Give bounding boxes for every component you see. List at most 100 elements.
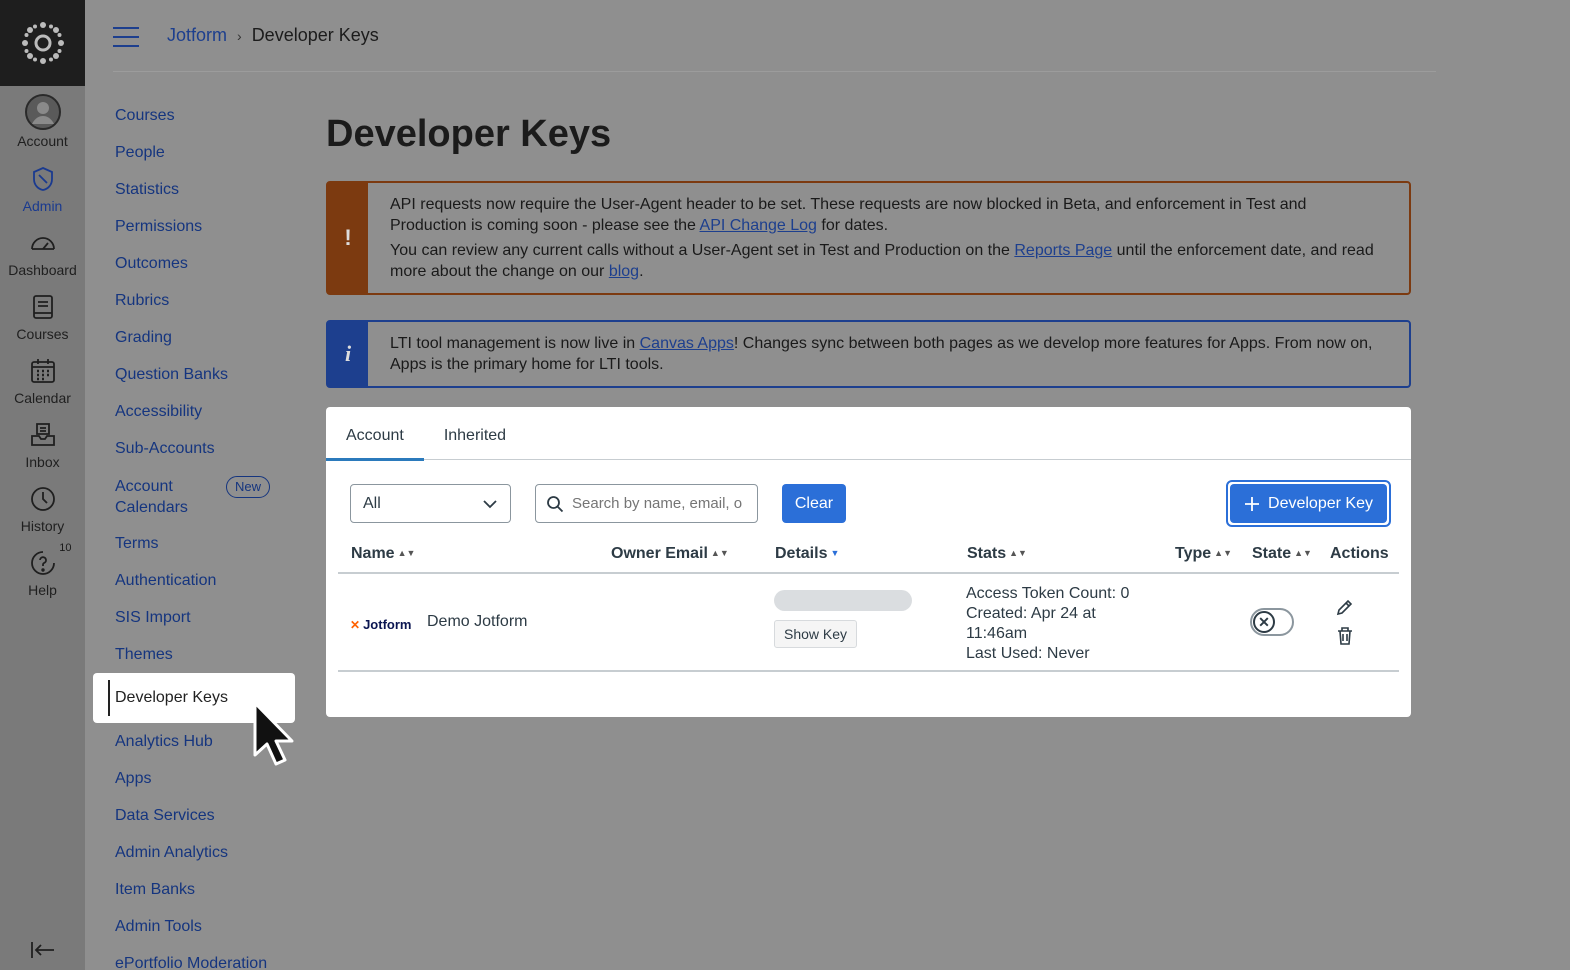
- account-icon: [24, 93, 62, 131]
- rail-history-label: History: [20, 518, 65, 534]
- col-name[interactable]: Name ▲▼: [351, 545, 415, 563]
- info-alert: i LTI tool management is now live in Can…: [326, 320, 1411, 388]
- col-type-label: Type: [1175, 545, 1212, 562]
- sort-icon: ▲▼: [1009, 548, 1027, 558]
- jotform-mark-icon: ✕: [350, 617, 361, 632]
- table-row: ✕ Jotform Demo Jotform Show Key Access T…: [338, 574, 1399, 672]
- nav-eportfolio-moderation[interactable]: ePortfolio Moderation: [93, 945, 295, 970]
- history-icon: [26, 482, 60, 516]
- account-nav: Courses People Statistics Permissions Ou…: [93, 97, 295, 970]
- show-key-button[interactable]: Show Key: [774, 620, 858, 648]
- sort-icon: ▲▼: [397, 548, 416, 558]
- tab-account[interactable]: Account: [326, 407, 424, 461]
- reports-page-link[interactable]: Reports Page: [1014, 242, 1112, 259]
- sort-icon: ▲▼: [1214, 548, 1232, 558]
- nav-permissions[interactable]: Permissions: [93, 208, 295, 245]
- rail-courses-label: Courses: [16, 326, 69, 342]
- table-header: Name ▲▼ Owner Email ▲▼ Details ▼ Stats ▲▼ Ty…: [338, 544, 1399, 574]
- mouse-cursor: [252, 700, 304, 773]
- add-developer-key-button[interactable]: Developer Key: [1226, 480, 1391, 527]
- warning-text-1b: for dates.: [816, 216, 889, 234]
- plus-icon: [1245, 496, 1260, 511]
- warning-text-2a: You can review any current calls without…: [390, 242, 1015, 259]
- clear-button[interactable]: Clear: [782, 484, 846, 523]
- cursor-arrow-icon: [253, 701, 294, 766]
- sort-icon: ▲▼: [1294, 548, 1312, 558]
- key-name[interactable]: Demo Jotform: [427, 613, 527, 631]
- col-details-label: Details: [775, 545, 828, 562]
- search-input[interactable]: [572, 495, 742, 512]
- add-developer-key-inner: Developer Key: [1230, 484, 1387, 523]
- jotform-logo: ✕ Jotform: [350, 617, 411, 632]
- nav-question-banks[interactable]: Question Banks: [93, 356, 295, 393]
- canvas-apps-link[interactable]: Canvas Apps: [640, 335, 734, 352]
- new-badge: New: [226, 476, 271, 498]
- nav-sis-import[interactable]: SIS Import: [93, 599, 295, 636]
- nav-account-calendars-line2: Calendars: [115, 499, 188, 516]
- nav-people[interactable]: People: [93, 134, 295, 171]
- nav-courses[interactable]: Courses: [93, 97, 295, 134]
- rail-history[interactable]: History: [0, 476, 85, 540]
- rail-help[interactable]: 10 Help: [0, 540, 85, 604]
- nav-grading[interactable]: Grading: [93, 319, 295, 356]
- rail-calendar[interactable]: Calendar: [0, 348, 85, 412]
- col-state[interactable]: State ▲▼: [1252, 545, 1312, 563]
- help-badge-count: 10: [59, 542, 72, 554]
- rail-inbox[interactable]: Inbox: [0, 412, 85, 476]
- rail-dashboard[interactable]: Dashboard: [0, 220, 85, 284]
- delete-key-button[interactable]: [1336, 626, 1354, 651]
- warning-alert: ! API requests now require the User-Agen…: [326, 181, 1411, 295]
- canvas-logo-icon: [21, 22, 64, 64]
- nav-admin-analytics[interactable]: Admin Analytics: [93, 834, 295, 871]
- blog-link[interactable]: blog: [609, 263, 639, 280]
- nav-outcomes[interactable]: Outcomes: [93, 245, 295, 282]
- nav-statistics[interactable]: Statistics: [93, 171, 295, 208]
- stats-token-count: Access Token Count: 0: [966, 585, 1130, 602]
- toggle-off-icon: ✕: [1253, 611, 1275, 633]
- info-alert-body: LTI tool management is now live in Canva…: [368, 322, 1409, 386]
- type-filter-value: All: [363, 494, 381, 512]
- add-developer-key-label: Developer Key: [1268, 494, 1373, 512]
- nav-item-banks[interactable]: Item Banks: [93, 871, 295, 908]
- nav-accessibility[interactable]: Accessibility: [93, 393, 295, 430]
- calendar-icon: [26, 354, 60, 388]
- rail-courses[interactable]: Courses: [0, 284, 85, 348]
- warning-text-2c: .: [639, 262, 644, 280]
- rail-admin-label: Admin: [22, 198, 63, 214]
- col-stats[interactable]: Stats ▲▼: [967, 545, 1027, 563]
- edit-key-button[interactable]: [1335, 597, 1355, 622]
- course-nav-toggle[interactable]: [113, 27, 139, 47]
- nav-account-calendars[interactable]: Account Calendars New: [93, 467, 295, 525]
- nav-themes[interactable]: Themes: [93, 636, 295, 673]
- rail-calendar-label: Calendar: [14, 390, 71, 406]
- nav-sub-accounts[interactable]: Sub-Accounts: [93, 430, 295, 467]
- nav-terms[interactable]: Terms: [93, 525, 295, 562]
- filter-toolbar: All Clear Developer Key: [350, 480, 1391, 527]
- state-toggle[interactable]: ✕: [1250, 608, 1294, 636]
- nav-data-services[interactable]: Data Services: [93, 797, 295, 834]
- dashboard-icon: [26, 226, 60, 260]
- collapse-nav-button[interactable]: [0, 940, 85, 960]
- type-filter-select[interactable]: All: [350, 484, 511, 523]
- col-type[interactable]: Type ▲▼: [1175, 545, 1232, 563]
- canvas-logo[interactable]: [0, 0, 85, 86]
- nav-rubrics[interactable]: Rubrics: [93, 282, 295, 319]
- rail-account[interactable]: Account: [0, 86, 85, 156]
- nav-authentication[interactable]: Authentication: [93, 562, 295, 599]
- api-change-log-link[interactable]: API Change Log: [700, 217, 817, 234]
- admin-icon: [26, 162, 60, 196]
- page-title: Developer Keys: [326, 113, 612, 155]
- breadcrumb-root-link[interactable]: Jotform: [167, 25, 227, 46]
- col-details[interactable]: Details ▼: [775, 545, 839, 563]
- col-owner-email[interactable]: Owner Email ▲▼: [611, 545, 729, 563]
- rail-dashboard-label: Dashboard: [8, 262, 77, 278]
- tab-list: Account Inherited: [326, 407, 1411, 461]
- breadcrumb-separator: ›: [237, 27, 242, 44]
- warning-alert-body: API requests now require the User-Agent …: [368, 183, 1409, 293]
- search-field[interactable]: [535, 484, 758, 523]
- nav-admin-tools[interactable]: Admin Tools: [93, 908, 295, 945]
- tab-inherited[interactable]: Inherited: [424, 407, 526, 460]
- info-text-a: LTI tool management is now live in: [390, 335, 640, 352]
- rail-admin[interactable]: Admin: [0, 156, 85, 220]
- info-icon: i: [328, 322, 368, 386]
